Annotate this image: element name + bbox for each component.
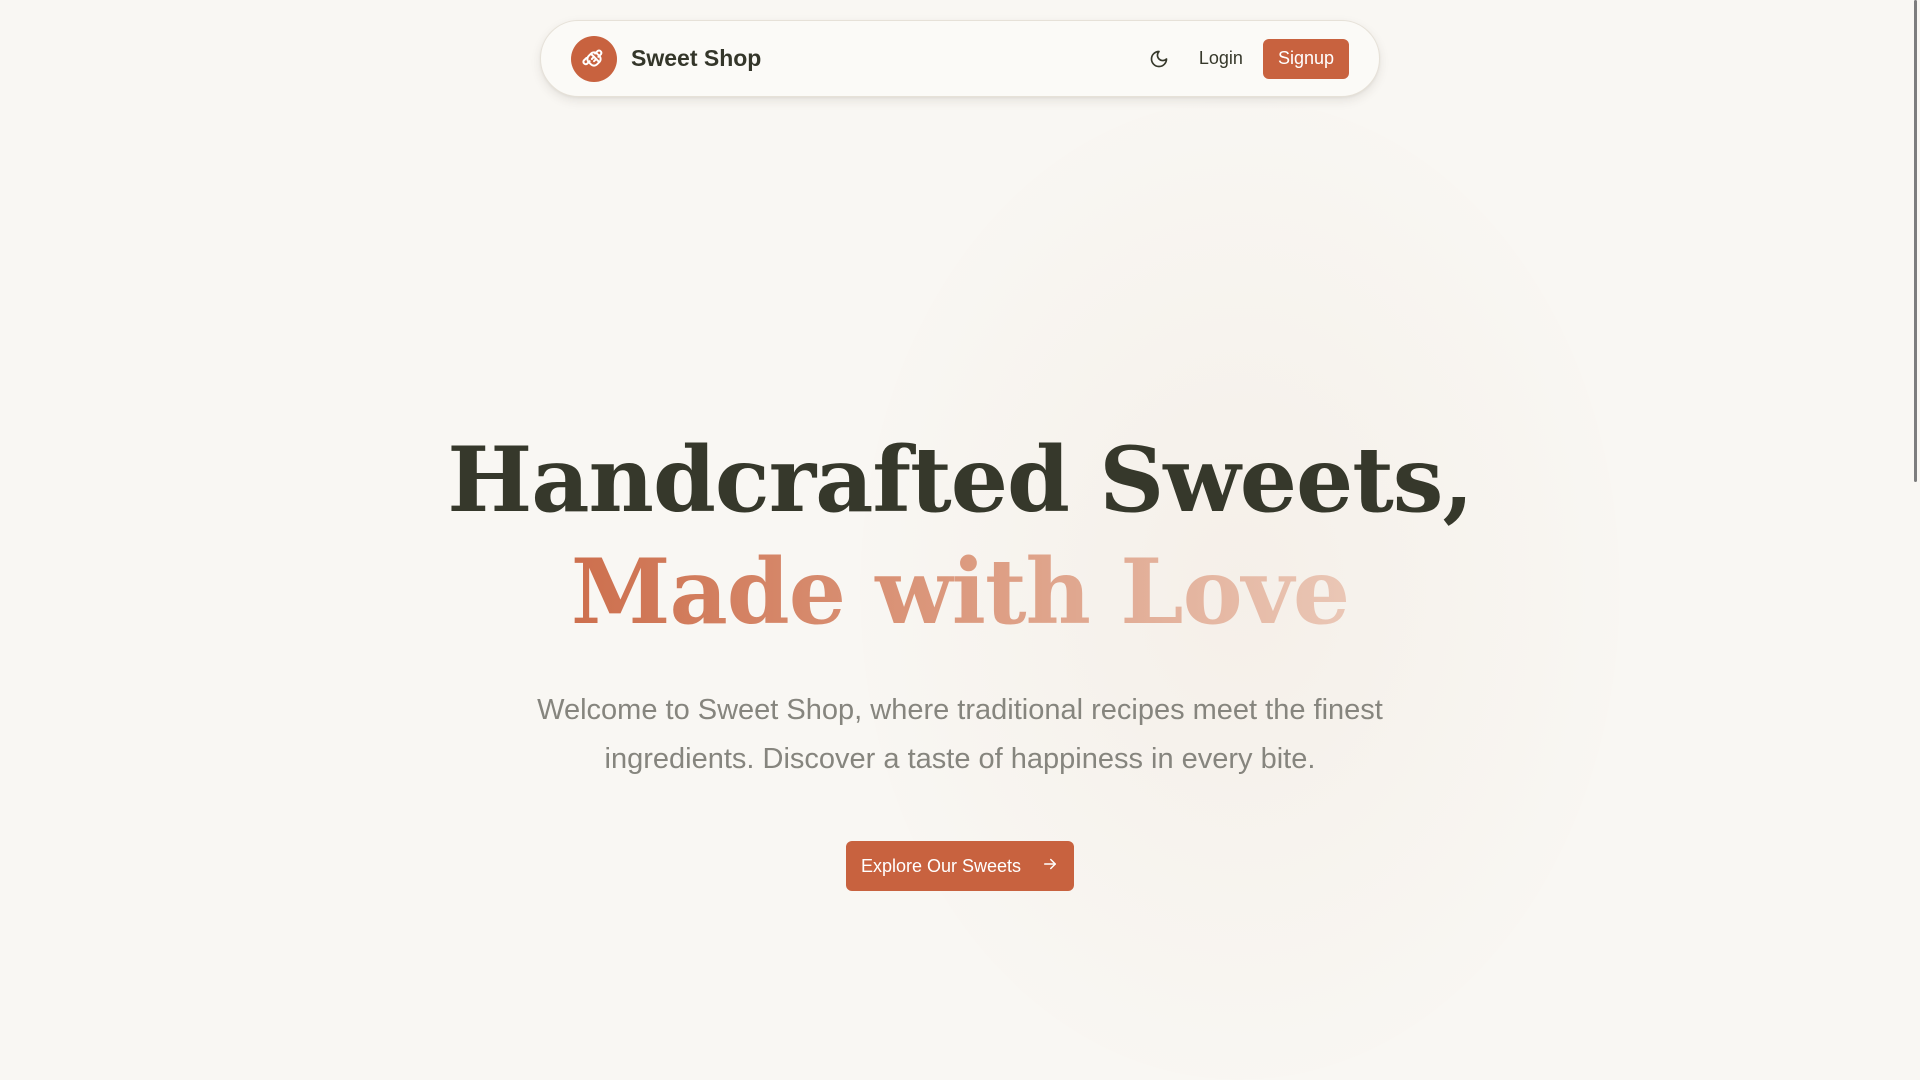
explore-sweets-label: Explore Our Sweets bbox=[860, 855, 1022, 876]
moon-icon[interactable] bbox=[1147, 47, 1171, 71]
login-link[interactable]: Login bbox=[1199, 48, 1243, 69]
hero-headline-line2: Made with Love bbox=[0, 542, 1920, 642]
nav-actions: Login Signup bbox=[1147, 38, 1349, 79]
brand[interactable]: Sweet Shop bbox=[571, 35, 762, 82]
hero-headline-accent: Made with Love bbox=[570, 539, 1350, 645]
scrollbar-thumb[interactable] bbox=[1914, 0, 1917, 482]
page-scrollbar[interactable] bbox=[1906, 0, 1920, 1080]
hero-headline-line1: Handcrafted Sweets, bbox=[447, 427, 1474, 533]
candy-icon bbox=[571, 35, 617, 82]
explore-sweets-button[interactable]: Explore Our Sweets bbox=[846, 841, 1074, 891]
hero-subtitle: Welcome to Sweet Shop, where traditional… bbox=[537, 694, 1383, 775]
arrow-right-icon bbox=[1041, 855, 1059, 878]
signup-button[interactable]: Signup bbox=[1262, 38, 1349, 79]
top-navbar: Sweet Shop Login Signup bbox=[540, 20, 1380, 97]
brand-name: Sweet Shop bbox=[631, 45, 762, 71]
